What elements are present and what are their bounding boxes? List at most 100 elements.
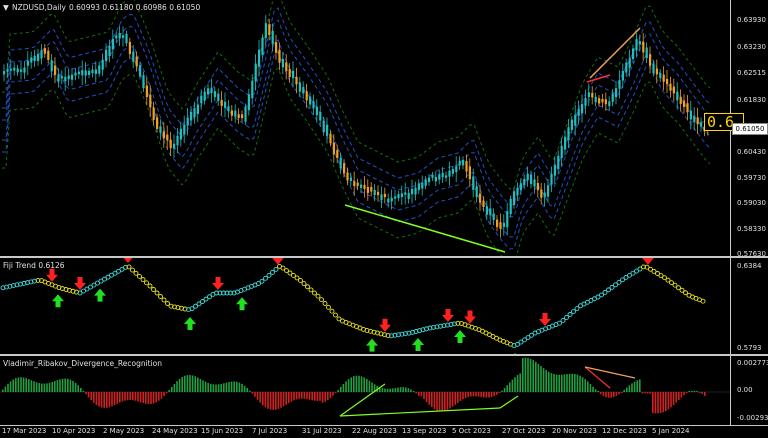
candle-body <box>64 76 67 82</box>
main-chart-pane[interactable]: ▼ NZDUSD,Daily 0.60993 0.61180 0.60986 0… <box>0 0 768 256</box>
candle-body <box>383 193 386 198</box>
histogram-bar <box>360 376 363 392</box>
histogram-bar <box>59 379 61 392</box>
histogram-bar <box>126 392 129 401</box>
candle-body <box>496 219 499 227</box>
trend-dot <box>305 284 310 290</box>
histogram-bar <box>558 374 560 392</box>
window-menu-icon[interactable]: ▼ <box>3 3 9 12</box>
histogram-bar <box>202 380 204 392</box>
histogram-bar <box>282 392 285 407</box>
divergence-pane[interactable]: Vladimir_Ribakov_Divergence_Recognition <box>0 356 768 426</box>
candle-body <box>108 45 111 57</box>
candle-body <box>88 70 91 75</box>
histogram-bar <box>519 373 521 392</box>
candle-body <box>71 74 74 80</box>
trend-dot <box>158 294 163 299</box>
histogram-bar <box>9 381 12 392</box>
histogram-bar <box>503 387 506 392</box>
histogram-bar <box>623 389 625 392</box>
candle-body <box>451 169 454 174</box>
histogram-bar <box>301 392 303 399</box>
candle-body <box>128 41 131 55</box>
trend-dot <box>263 275 268 281</box>
candle-body <box>414 187 417 195</box>
histogram-bar <box>186 375 189 392</box>
candle-body <box>244 106 247 122</box>
candle-body <box>220 99 223 106</box>
histogram-bar <box>657 392 659 414</box>
candle-body <box>669 83 672 91</box>
ytick-label: 0.59730 <box>737 174 766 182</box>
candle-body <box>190 111 193 121</box>
histogram-bar <box>212 384 215 392</box>
trend-dot <box>326 304 331 310</box>
candle-body <box>557 155 560 170</box>
sell-arrow-icon <box>442 309 454 322</box>
candle-body <box>91 69 94 74</box>
fiji-trend-pane[interactable]: Fiji Trend 0.6126 <box>0 258 768 354</box>
candle-body <box>700 122 703 127</box>
histogram-bar <box>165 392 168 394</box>
candle-body <box>288 68 291 77</box>
histogram-bar <box>124 392 126 401</box>
candle-body <box>686 103 689 113</box>
fiji-axis[interactable] <box>730 258 768 354</box>
histogram-bar <box>420 392 423 397</box>
histogram-bar <box>225 382 228 392</box>
candle-body <box>47 50 50 60</box>
candle-body <box>258 49 261 67</box>
histogram-bar <box>267 392 269 409</box>
histogram-bar <box>241 383 243 392</box>
divergence-title: Vladimir_Ribakov_Divergence_Recognition <box>3 359 163 368</box>
histogram-bar <box>207 382 209 392</box>
histogram-bar <box>636 380 638 392</box>
candle-body <box>526 173 529 181</box>
candle-body <box>591 92 594 98</box>
candle-body <box>523 178 526 186</box>
histogram-bar <box>98 392 100 407</box>
buy-arrow-icon <box>184 317 196 330</box>
candle-body <box>502 222 505 228</box>
histogram-bar <box>410 389 412 392</box>
histogram-bar <box>667 392 670 410</box>
candle-body <box>139 65 142 77</box>
histogram-bar <box>324 392 326 402</box>
candle-body <box>536 182 539 191</box>
histogram-bar <box>438 392 441 412</box>
histogram-bar <box>644 392 646 394</box>
candle-body <box>162 131 165 139</box>
candle-body <box>186 117 189 126</box>
histogram-bar <box>100 392 103 408</box>
histogram-bar <box>314 392 316 401</box>
histogram-bar <box>342 383 345 392</box>
histogram-bar <box>384 388 386 392</box>
histogram-bar <box>436 392 438 411</box>
candle-body <box>329 133 332 144</box>
candle-body <box>587 92 590 98</box>
histogram-bar <box>498 392 501 393</box>
candle-body <box>577 108 580 116</box>
histogram-bar <box>579 375 581 392</box>
histogram-bar <box>389 388 391 392</box>
candle-body <box>37 53 40 61</box>
histogram-bar <box>303 392 306 399</box>
xtick-label: 13 Sep 2023 <box>402 427 447 435</box>
candle-body <box>173 143 176 149</box>
histogram-bar <box>654 392 657 414</box>
trend-dot <box>315 293 321 299</box>
candle-body <box>285 62 288 72</box>
histogram-bar <box>566 374 568 392</box>
candle-body <box>492 213 495 221</box>
candle-body <box>278 49 281 63</box>
histogram-bar <box>358 375 360 392</box>
histogram-bar <box>527 357 529 392</box>
histogram-bar <box>678 392 680 400</box>
histogram-bar <box>93 392 95 403</box>
candle-body <box>179 128 182 140</box>
candle-body <box>132 51 135 62</box>
histogram-bar <box>332 392 334 396</box>
histogram-bar <box>485 392 488 398</box>
histogram-bar <box>626 387 628 392</box>
candle-body <box>315 106 318 116</box>
